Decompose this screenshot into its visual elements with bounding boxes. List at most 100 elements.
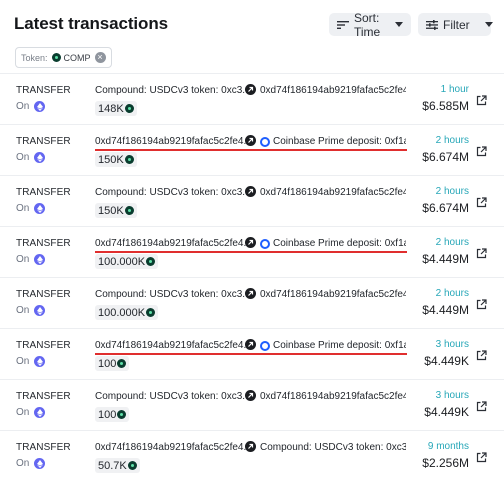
external-link-icon[interactable] bbox=[476, 401, 487, 412]
tx-to[interactable]: Compound: USDCv3 token: 0xc3... bbox=[260, 442, 406, 453]
tx-time[interactable]: 1 hour bbox=[441, 84, 469, 95]
tx-to-label: 0xd74f186194ab9219fafac5c2fe4... bbox=[260, 187, 406, 198]
tx-to-label: Coinbase Prime deposit: 0xf1a... bbox=[273, 340, 406, 351]
transaction-row[interactable]: TRANSFER On 0xd74f186194ab9219fafac5c2fe4.… bbox=[0, 124, 504, 175]
tx-time[interactable]: 3 hours bbox=[436, 339, 469, 350]
tx-from[interactable]: Compound: USDCv3 token: 0xc3... bbox=[95, 289, 247, 300]
tx-time[interactable]: 9 months bbox=[428, 441, 469, 452]
tx-time[interactable]: 3 hours bbox=[436, 390, 469, 401]
tx-to[interactable]: Coinbase Prime deposit: 0xf1a... bbox=[260, 136, 406, 147]
tx-to[interactable]: Coinbase Prime deposit: 0xf1a... bbox=[260, 340, 406, 351]
coinbase-icon bbox=[260, 340, 270, 351]
transaction-row[interactable]: TRANSFER On 0xd74f186194ab9219fafac5c2fe4.… bbox=[0, 430, 504, 481]
ethereum-icon bbox=[34, 152, 46, 163]
sort-icon bbox=[337, 20, 349, 29]
tx-usd-value: $6.674M bbox=[422, 201, 469, 215]
tx-from[interactable]: Compound: USDCv3 token: 0xc3... bbox=[95, 85, 247, 96]
ethereum-icon bbox=[34, 356, 46, 367]
transaction-row[interactable]: TRANSFER On Compound: USDCv3 token: 0xc3..… bbox=[0, 379, 504, 430]
transaction-row[interactable]: TRANSFER On Compound: USDCv3 token: 0xc3..… bbox=[0, 73, 504, 124]
comp-token-icon bbox=[124, 155, 134, 164]
tx-chain-label: On bbox=[16, 203, 30, 214]
highlight-underline bbox=[95, 251, 407, 253]
tx-amount-value: 100 bbox=[98, 357, 117, 370]
tx-amount-value: 100.000K bbox=[98, 255, 146, 268]
chevron-down-icon bbox=[395, 22, 403, 27]
tx-to[interactable]: 0xd74f186194ab9219fafac5c2fe4... bbox=[260, 391, 406, 402]
tx-chain: On bbox=[16, 203, 46, 214]
tx-type: TRANSFER bbox=[16, 340, 71, 351]
token-filter-chip[interactable]: Token: COMP × bbox=[15, 47, 112, 68]
transaction-row[interactable]: TRANSFER On Compound: USDCv3 token: 0xc3..… bbox=[0, 175, 504, 226]
ethereum-icon bbox=[34, 203, 46, 214]
external-link-icon[interactable] bbox=[476, 299, 487, 310]
tx-from[interactable]: Compound: USDCv3 token: 0xc3... bbox=[95, 391, 247, 402]
tx-from[interactable]: 0xd74f186194ab9219fafac5c2fe4... bbox=[95, 238, 247, 249]
tx-amount: 150K bbox=[95, 152, 137, 167]
tx-to[interactable]: 0xd74f186194ab9219fafac5c2fe4... bbox=[260, 289, 406, 300]
transaction-row[interactable]: TRANSFER On 0xd74f186194ab9219fafac5c2fe4.… bbox=[0, 328, 504, 379]
tx-amount: 100 bbox=[95, 356, 130, 371]
tx-amount-value: 100.000K bbox=[98, 306, 146, 319]
tx-chain-label: On bbox=[16, 254, 30, 265]
tx-time[interactable]: 2 hours bbox=[436, 135, 469, 146]
ethereum-icon bbox=[34, 407, 46, 418]
tx-usd-value: $4.449M bbox=[422, 303, 469, 317]
arrow-up-right-icon bbox=[245, 84, 256, 95]
tx-amount-value: 150K bbox=[98, 204, 124, 217]
tx-to[interactable]: 0xd74f186194ab9219fafac5c2fe4... bbox=[260, 85, 406, 96]
tx-time[interactable]: 2 hours bbox=[436, 186, 469, 197]
arrow-up-right-icon bbox=[245, 390, 256, 401]
tx-usd-value: $6.585M bbox=[422, 99, 469, 113]
chip-key: Token: bbox=[21, 52, 48, 63]
ethereum-icon bbox=[34, 305, 46, 316]
external-link-icon[interactable] bbox=[476, 248, 487, 259]
arrow-up-right-icon bbox=[245, 186, 256, 197]
tx-chain-label: On bbox=[16, 101, 30, 112]
comp-token-icon bbox=[51, 53, 61, 62]
tx-from[interactable]: 0xd74f186194ab9219fafac5c2fe4... bbox=[95, 136, 247, 147]
tx-type: TRANSFER bbox=[16, 238, 71, 249]
arrow-up-right-icon bbox=[245, 135, 256, 146]
transaction-row[interactable]: TRANSFER On Compound: USDCv3 token: 0xc3..… bbox=[0, 277, 504, 328]
ethereum-icon bbox=[34, 254, 46, 265]
tx-from[interactable]: Compound: USDCv3 token: 0xc3... bbox=[95, 187, 247, 198]
tx-to-label: 0xd74f186194ab9219fafac5c2fe4... bbox=[260, 289, 406, 300]
tx-from[interactable]: 0xd74f186194ab9219fafac5c2fe4... bbox=[95, 340, 247, 351]
tx-amount-value: 100 bbox=[98, 408, 117, 421]
filter-label: Filter bbox=[443, 17, 470, 32]
tx-from[interactable]: 0xd74f186194ab9219fafac5c2fe4... bbox=[95, 442, 247, 453]
external-link-icon[interactable] bbox=[476, 452, 487, 463]
external-link-icon[interactable] bbox=[476, 146, 487, 157]
external-link-icon[interactable] bbox=[476, 95, 487, 106]
tx-usd-value: $6.674M bbox=[422, 150, 469, 164]
filter-icon bbox=[426, 19, 438, 30]
tx-chain: On bbox=[16, 305, 46, 316]
tx-amount-value: 150K bbox=[98, 153, 124, 166]
tx-amount: 100.000K bbox=[95, 254, 159, 269]
tx-usd-value: $2.256M bbox=[422, 456, 469, 470]
tx-to[interactable]: Coinbase Prime deposit: 0xf1a... bbox=[260, 238, 406, 249]
tx-time[interactable]: 2 hours bbox=[436, 237, 469, 248]
chevron-down-icon bbox=[484, 22, 493, 27]
ethereum-icon bbox=[34, 101, 46, 112]
arrow-up-right-icon bbox=[245, 288, 256, 299]
tx-usd-value: $4.449M bbox=[422, 252, 469, 266]
tx-chain-label: On bbox=[16, 152, 30, 163]
tx-to[interactable]: 0xd74f186194ab9219fafac5c2fe4... bbox=[260, 187, 406, 198]
transaction-row[interactable]: TRANSFER On 0xd74f186194ab9219fafac5c2fe4.… bbox=[0, 226, 504, 277]
tx-chain: On bbox=[16, 101, 46, 112]
tx-usd-value: $4.449K bbox=[424, 405, 469, 419]
tx-amount: 150K bbox=[95, 203, 137, 218]
close-icon[interactable]: × bbox=[94, 52, 106, 63]
filter-button[interactable]: Filter bbox=[418, 13, 493, 36]
tx-time[interactable]: 2 hours bbox=[436, 288, 469, 299]
comp-token-icon bbox=[124, 104, 134, 113]
ethereum-icon bbox=[34, 458, 46, 469]
external-link-icon[interactable] bbox=[476, 350, 487, 361]
tx-chain: On bbox=[16, 407, 46, 418]
tx-to-label: Coinbase Prime deposit: 0xf1a... bbox=[273, 136, 406, 147]
sort-button[interactable]: Sort: Time bbox=[329, 11, 411, 39]
transactions-header: Latest transactions Sort: Time Filter bbox=[0, 0, 504, 44]
external-link-icon[interactable] bbox=[476, 197, 487, 208]
